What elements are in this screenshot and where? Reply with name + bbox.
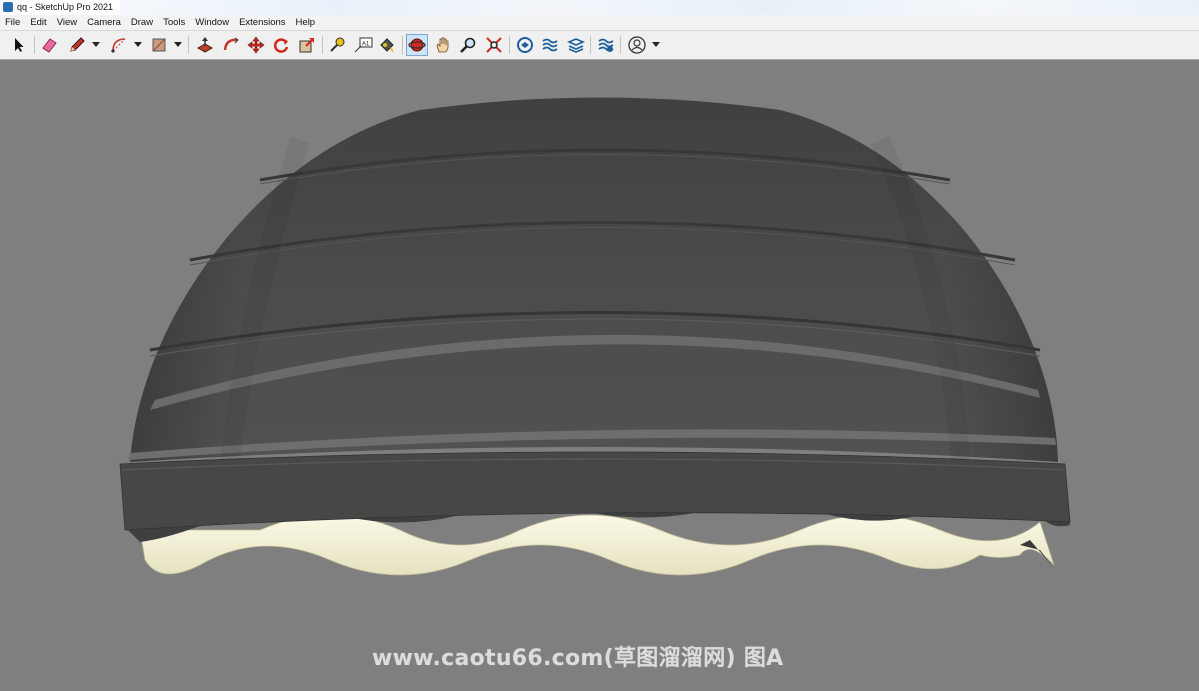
arc-icon [111,38,126,53]
user-icon [628,36,646,54]
awning-dome-model [119,97,1071,576]
3d-warehouse-tool-button[interactable] [514,34,536,56]
chevron-down-icon[interactable] [652,42,660,47]
sketchup-logo-icon [3,2,13,12]
extension-warehouse-tool-button[interactable] [539,34,561,56]
title-bar: qq - SketchUp Pro 2021 [0,0,1199,15]
main-toolbar: A1 [0,31,1199,60]
chevron-down-icon[interactable] [92,42,100,47]
scale-tool-button[interactable] [296,34,318,56]
menu-edit[interactable]: Edit [25,16,51,30]
zoom-tool-button[interactable] [457,34,479,56]
orbit-icon [408,38,426,52]
extension-manager-tool-button[interactable] [595,34,617,56]
rotate-icon [273,38,289,53]
menu-draw[interactable]: Draw [126,16,158,30]
move-tool-button[interactable] [245,34,267,56]
window-title: qq - SketchUp Pro 2021 [17,2,114,12]
layout-tool-button[interactable] [565,34,587,56]
orbit-tool-button[interactable] [406,34,428,56]
magnifier-icon [460,37,476,53]
text-icon: A1 [354,37,373,53]
menu-help[interactable]: Help [291,16,321,30]
rectangle-icon [152,38,166,52]
chevron-down-icon[interactable] [134,42,142,47]
chevron-down-icon[interactable] [174,42,182,47]
drawing-viewport[interactable]: www.caotu66.com(草图溜溜网) 图A [0,60,1199,691]
arc-tool-button[interactable] [108,34,130,56]
rotate-tool-button[interactable] [270,34,292,56]
follow-me-icon [223,37,239,51]
svg-text:A1: A1 [362,42,370,48]
zoom-extents-icon [486,37,502,53]
account-menu-button[interactable] [626,34,648,56]
tape-measure-tool-button[interactable] [326,34,348,56]
arrow-icon [15,38,24,52]
tape-measure-icon [330,37,345,52]
line-tool-button[interactable] [66,34,88,56]
eraser-icon [42,38,57,53]
pan-tool-button[interactable] [432,34,454,56]
select-tool-button[interactable] [8,34,30,56]
hand-icon [436,37,449,53]
paint-bucket-icon [380,38,394,52]
menu-view[interactable]: View [52,16,82,30]
follow-me-tool-button[interactable] [220,34,242,56]
extension-warehouse-icon [542,38,558,52]
eraser-tool-button[interactable] [38,34,60,56]
background-tabs-blur [120,0,1199,15]
push-pull-tool-button[interactable] [194,34,216,56]
menu-tools[interactable]: Tools [158,16,190,30]
layout-icon [567,38,585,53]
menu-window[interactable]: Window [190,16,234,30]
zoom-extents-tool-button[interactable] [483,34,505,56]
menu-file[interactable]: File [0,16,25,30]
push-pull-icon [196,37,214,53]
menu-bar: File Edit View Camera Draw Tools Window … [0,15,1199,31]
extension-manager-icon [598,38,614,52]
menu-camera[interactable]: Camera [82,16,126,30]
pencil-icon [70,37,85,52]
rectangle-tool-button[interactable] [148,34,170,56]
fringe-cream [139,514,1055,576]
watermark-text: www.caotu66.com(草图溜溜网) 图A [372,646,784,671]
text-tool-button[interactable]: A1 [352,34,374,56]
sketchup-window: qq - SketchUp Pro 2021 File Edit View Ca… [0,0,1199,691]
scale-icon [299,38,314,53]
move-icon [247,36,265,54]
menu-extensions[interactable]: Extensions [234,16,290,30]
paint-bucket-tool-button[interactable] [376,34,398,56]
warehouse-icon [517,37,533,53]
